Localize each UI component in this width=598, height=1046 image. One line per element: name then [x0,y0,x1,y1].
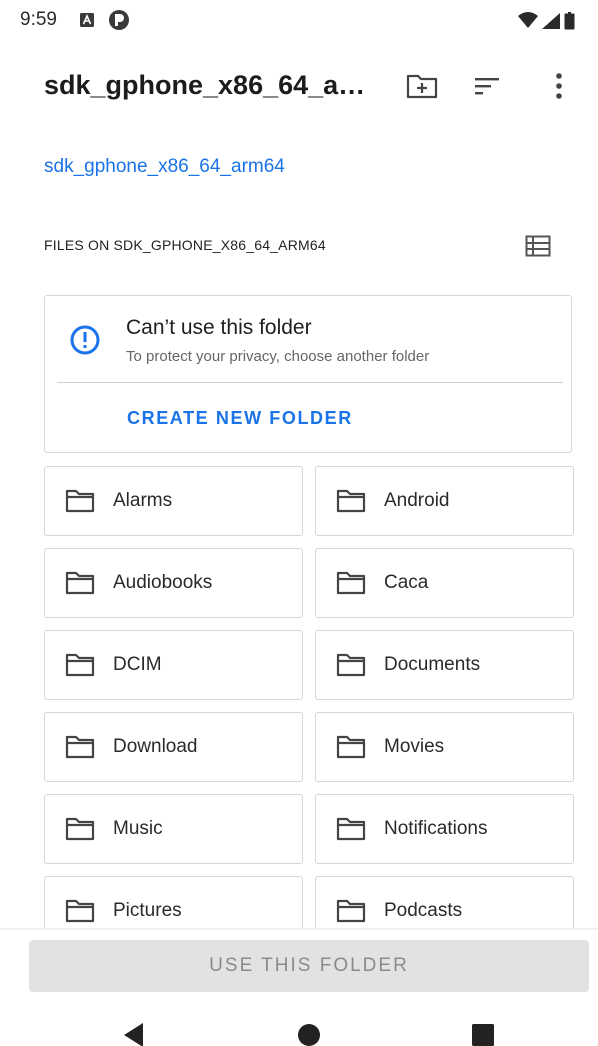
folder-label: Pictures [113,900,182,921]
folder-icon [65,653,95,677]
folder-icon [65,571,95,595]
folder-tile[interactable]: Documents [315,630,574,700]
folder-icon [336,735,366,759]
folder-tile[interactable]: Movies [315,712,574,782]
folder-label: Movies [384,736,445,757]
info-subtitle: To protect your privacy, choose another … [126,348,430,365]
folder-tile[interactable]: Android [315,466,574,536]
folder-tile[interactable]: Podcasts [315,876,574,928]
info-title: Can’t use this folder [126,316,312,339]
folder-icon [65,817,95,841]
folder-icon [65,489,95,513]
new-folder-button[interactable] [402,66,442,106]
status-bar: 9:59 [0,0,598,42]
battery-icon [564,12,575,30]
list-view-toggle[interactable] [520,228,556,264]
back-icon[interactable] [121,1022,147,1046]
folder-icon [336,817,366,841]
folder-icon [336,489,366,513]
folder-tile[interactable]: DCIM [44,630,303,700]
folder-icon [336,653,366,677]
folder-label: Download [113,736,198,757]
folder-grid: Alarms Android Audiobooks Caca DCIM Docu… [44,466,574,928]
more-options-icon [556,73,562,99]
info-icon [70,325,100,355]
folder-tile[interactable]: Download [44,712,303,782]
sort-button[interactable] [467,66,507,106]
sort-icon [475,78,499,95]
p-notification-icon [109,10,129,30]
folder-tile[interactable]: Caca [315,548,574,618]
folder-icon [336,571,366,595]
wifi-icon [518,12,538,28]
divider [57,382,563,383]
a-notification-icon [80,13,94,27]
home-icon[interactable] [296,1022,322,1046]
use-this-folder-button[interactable]: USE THIS FOLDER [29,940,589,992]
folder-tile[interactable]: Pictures [44,876,303,928]
app-title: sdk_gphone_x86_64_ar… [44,70,374,100]
folder-label: Android [384,490,450,511]
folder-label: Caca [384,572,429,593]
folder-tile[interactable]: Notifications [315,794,574,864]
folder-label: Notifications [384,818,488,839]
more-options-button[interactable] [539,66,579,106]
folder-label: DCIM [113,654,162,675]
folder-icon [65,899,95,923]
create-new-folder-button[interactable]: CREATE NEW FOLDER [127,408,353,429]
status-indicators [518,12,575,30]
breadcrumb[interactable]: sdk_gphone_x86_64_arm64 [44,156,285,178]
list-view-icon [525,235,551,257]
folder-label: Alarms [113,490,173,511]
new-folder-icon [406,74,438,99]
signal-icon [542,13,560,29]
screen: 9:59 sdk_gphone_x86_64_ar… sdk_gphone_x8… [0,0,598,1046]
folder-label: Audiobooks [113,572,213,593]
status-time: 9:59 [20,9,57,30]
folder-icon [65,735,95,759]
folder-label: Documents [384,654,481,675]
cant-use-folder-card: Can’t use this folder To protect your pr… [44,295,572,453]
folder-tile[interactable]: Music [44,794,303,864]
section-header: FILES ON SDK_GPHONE_X86_64_ARM64 [44,237,326,253]
recents-icon[interactable] [470,1022,496,1046]
folder-tile[interactable]: Alarms [44,466,303,536]
folder-icon [336,899,366,923]
folder-label: Music [113,818,163,839]
folder-tile[interactable]: Audiobooks [44,548,303,618]
folder-label: Podcasts [384,900,463,921]
